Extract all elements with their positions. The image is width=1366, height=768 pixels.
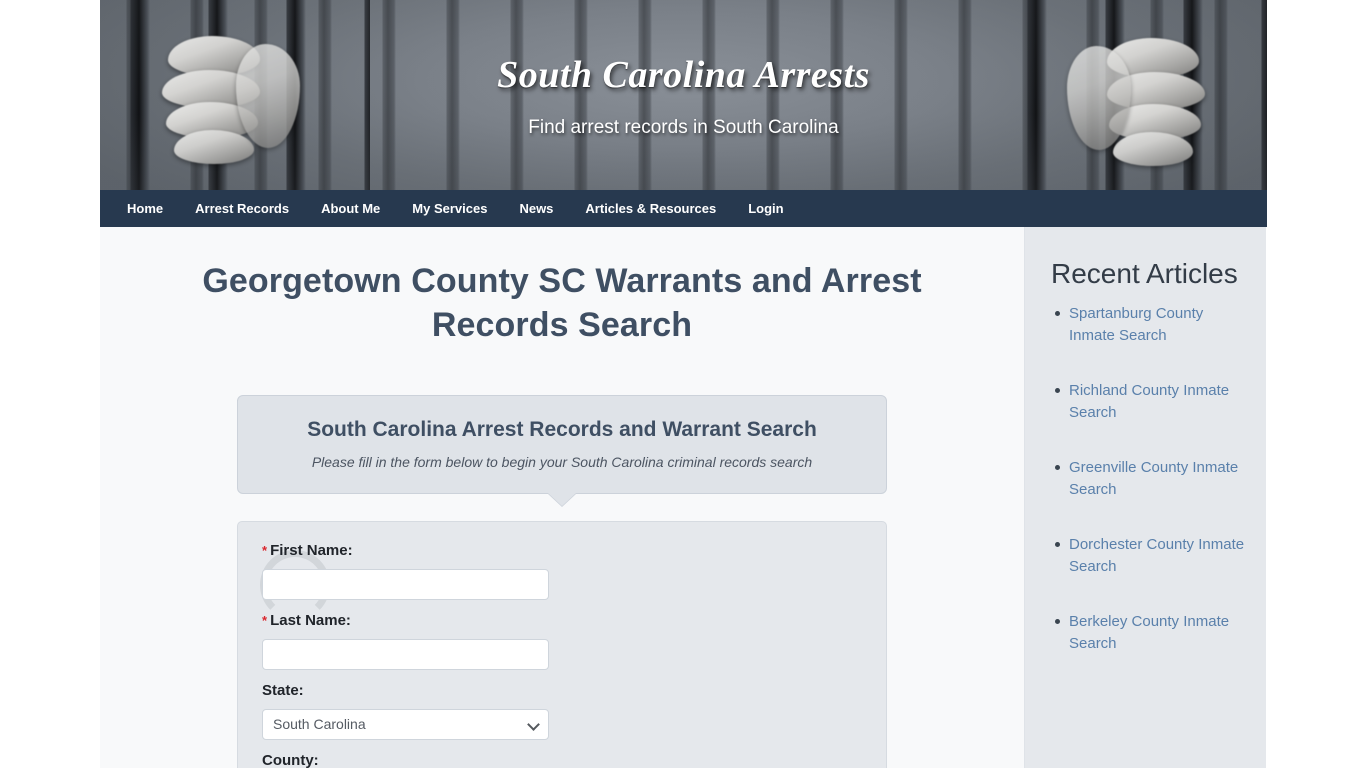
state-label: State: <box>262 682 304 699</box>
first-name-input[interactable] <box>262 569 549 600</box>
nav-item-arrest-records[interactable]: Arrest Records <box>179 190 305 227</box>
last-name-field-group: * Last Name: <box>262 612 549 670</box>
list-item: Dorchester County Inmate Search <box>1055 534 1248 578</box>
state-select[interactable]: South Carolina <box>262 709 549 740</box>
last-name-input[interactable] <box>262 639 549 670</box>
sidebar-title: Recent Articles <box>1051 258 1238 289</box>
first-name-field-group: * First Name: <box>262 542 549 600</box>
site-title: South Carolina Arrests <box>497 54 870 96</box>
search-form-fields: * First Name: * Last Name: State: South … <box>262 542 862 768</box>
search-callout-box: South Carolina Arrest Records and Warran… <box>237 395 887 506</box>
last-name-label: * Last Name: <box>262 612 549 630</box>
nav-item-login[interactable]: Login <box>732 190 799 227</box>
first-name-label: * First Name: <box>262 542 549 560</box>
site-header-banner: South Carolina Arrests Find arrest recor… <box>100 0 1267 190</box>
list-item: Berkeley County Inmate Search <box>1055 611 1248 655</box>
first-name-required-marker: * <box>262 543 268 558</box>
sidebar-item-spartanburg[interactable]: Spartanburg County Inmate Search <box>1069 305 1203 344</box>
page-root: South Carolina Arrests Find arrest recor… <box>0 0 1366 768</box>
callout-arrow-icon <box>548 493 576 506</box>
callout-wrapper: South Carolina Arrest Records and Warran… <box>237 395 887 506</box>
nav-item-about-me[interactable]: About Me <box>305 190 396 227</box>
banner-text-block: South Carolina Arrests Find arrest recor… <box>100 0 1267 139</box>
nav-item-home[interactable]: Home <box>111 190 179 227</box>
sidebar-inner: Recent Articles Spartanburg County Inmat… <box>1025 227 1266 655</box>
sidebar-item-richland[interactable]: Richland County Inmate Search <box>1069 382 1229 421</box>
nav-item-articles-resources[interactable]: Articles & Resources <box>569 190 732 227</box>
callout-title: South Carolina Arrest Records and Warran… <box>307 418 817 441</box>
nav-item-news[interactable]: News <box>503 190 569 227</box>
sidebar-item-berkeley[interactable]: Berkeley County Inmate Search <box>1069 613 1229 652</box>
site-container: South Carolina Arrests Find arrest recor… <box>100 0 1267 768</box>
last-name-label-text: Last Name: <box>270 612 351 629</box>
nav-item-my-services[interactable]: My Services <box>396 190 503 227</box>
first-name-label-text: First Name: <box>270 542 353 559</box>
navigation-items: Home Arrest Records About Me My Services… <box>100 190 1267 227</box>
sidebar-item-greenville[interactable]: Greenville County Inmate Search <box>1069 459 1238 498</box>
sidebar-item-dorchester[interactable]: Dorchester County Inmate Search <box>1069 536 1244 575</box>
search-form-panel: * First Name: * Last Name: State: South … <box>237 521 887 768</box>
sidebar: Recent Articles Spartanburg County Inmat… <box>1025 227 1266 768</box>
last-name-required-marker: * <box>262 613 268 628</box>
content-row: Georgetown County SC Warrants and Arrest… <box>100 227 1267 768</box>
main-navigation: Home Arrest Records About Me My Services… <box>100 190 1267 227</box>
county-field-group: County: Georgetown <box>262 752 549 768</box>
site-tagline: Find arrest records in South Carolina <box>528 117 839 138</box>
page-title: Georgetown County SC Warrants and Arrest… <box>202 262 922 344</box>
state-select-wrapper: South Carolina <box>262 709 549 740</box>
list-item: Spartanburg County Inmate Search <box>1055 303 1248 347</box>
county-label: County: <box>262 752 319 768</box>
recent-articles-list: Spartanburg County Inmate Search Richlan… <box>1051 303 1248 655</box>
callout-subtitle: Please fill in the form below to begin y… <box>311 454 813 470</box>
list-item: Greenville County Inmate Search <box>1055 457 1248 501</box>
main-content-column: Georgetown County SC Warrants and Arrest… <box>100 227 1025 768</box>
state-field-group: State: South Carolina <box>262 682 549 740</box>
list-item: Richland County Inmate Search <box>1055 380 1248 424</box>
